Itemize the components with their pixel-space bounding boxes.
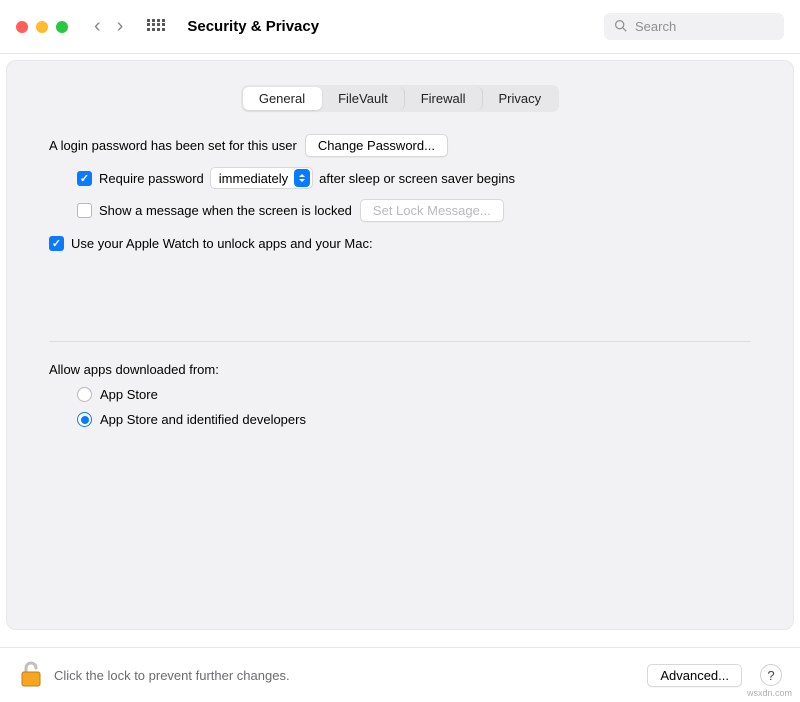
footer-bar: Click the lock to prevent further change… — [0, 647, 800, 702]
search-input[interactable] — [633, 18, 774, 35]
traffic-lights — [16, 21, 68, 33]
window-title: Security & Privacy — [187, 18, 319, 35]
apple-watch-unlock-checkbox[interactable] — [49, 236, 64, 251]
advanced-button[interactable]: Advanced... — [647, 664, 742, 687]
help-button[interactable]: ? — [760, 664, 782, 686]
require-password-delay-value: immediately — [219, 171, 288, 186]
allow-downloads-heading: Allow apps downloaded from: — [49, 362, 751, 377]
zoom-window-button[interactable] — [56, 21, 68, 33]
login-password-text: A login password has been set for this u… — [49, 138, 297, 153]
allow-appstore-label: App Store — [100, 387, 158, 402]
forward-button[interactable]: › — [117, 15, 124, 38]
search-field[interactable] — [604, 13, 784, 40]
back-button[interactable]: ‹ — [94, 15, 101, 38]
content-pane: General FileVault Firewall Privacy A log… — [6, 60, 794, 630]
require-password-suffix: after sleep or screen saver begins — [319, 171, 515, 186]
require-password-checkbox[interactable] — [77, 171, 92, 186]
set-lock-message-button[interactable]: Set Lock Message... — [360, 199, 504, 222]
lock-message: Click the lock to prevent further change… — [54, 668, 637, 683]
tab-firewall[interactable]: Firewall — [405, 87, 483, 110]
minimize-window-button[interactable] — [36, 21, 48, 33]
section-divider — [49, 341, 751, 342]
search-icon — [614, 19, 633, 35]
window-toolbar: ‹ › Security & Privacy — [0, 0, 800, 54]
watermark-text: wsxdn.com — [747, 688, 792, 698]
allow-identified-dev-radio[interactable] — [77, 412, 92, 427]
general-section: A login password has been set for this u… — [7, 134, 793, 427]
close-window-button[interactable] — [16, 21, 28, 33]
tab-privacy[interactable]: Privacy — [483, 87, 558, 110]
tab-general[interactable]: General — [243, 87, 322, 110]
require-password-label: Require password — [99, 171, 204, 186]
apple-watch-unlock-label: Use your Apple Watch to unlock apps and … — [71, 236, 373, 251]
show-lock-message-label: Show a message when the screen is locked — [99, 203, 352, 218]
allow-appstore-radio[interactable] — [77, 387, 92, 402]
stepper-icon — [294, 169, 310, 187]
show-all-prefs-icon[interactable] — [147, 19, 163, 35]
tab-filevault[interactable]: FileVault — [322, 87, 405, 110]
require-password-delay-select[interactable]: immediately — [210, 167, 313, 189]
lock-icon[interactable] — [18, 660, 44, 690]
change-password-button[interactable]: Change Password... — [305, 134, 448, 157]
tab-control: General FileVault Firewall Privacy — [241, 85, 559, 112]
allow-identified-dev-label: App Store and identified developers — [100, 412, 306, 427]
show-lock-message-checkbox[interactable] — [77, 203, 92, 218]
